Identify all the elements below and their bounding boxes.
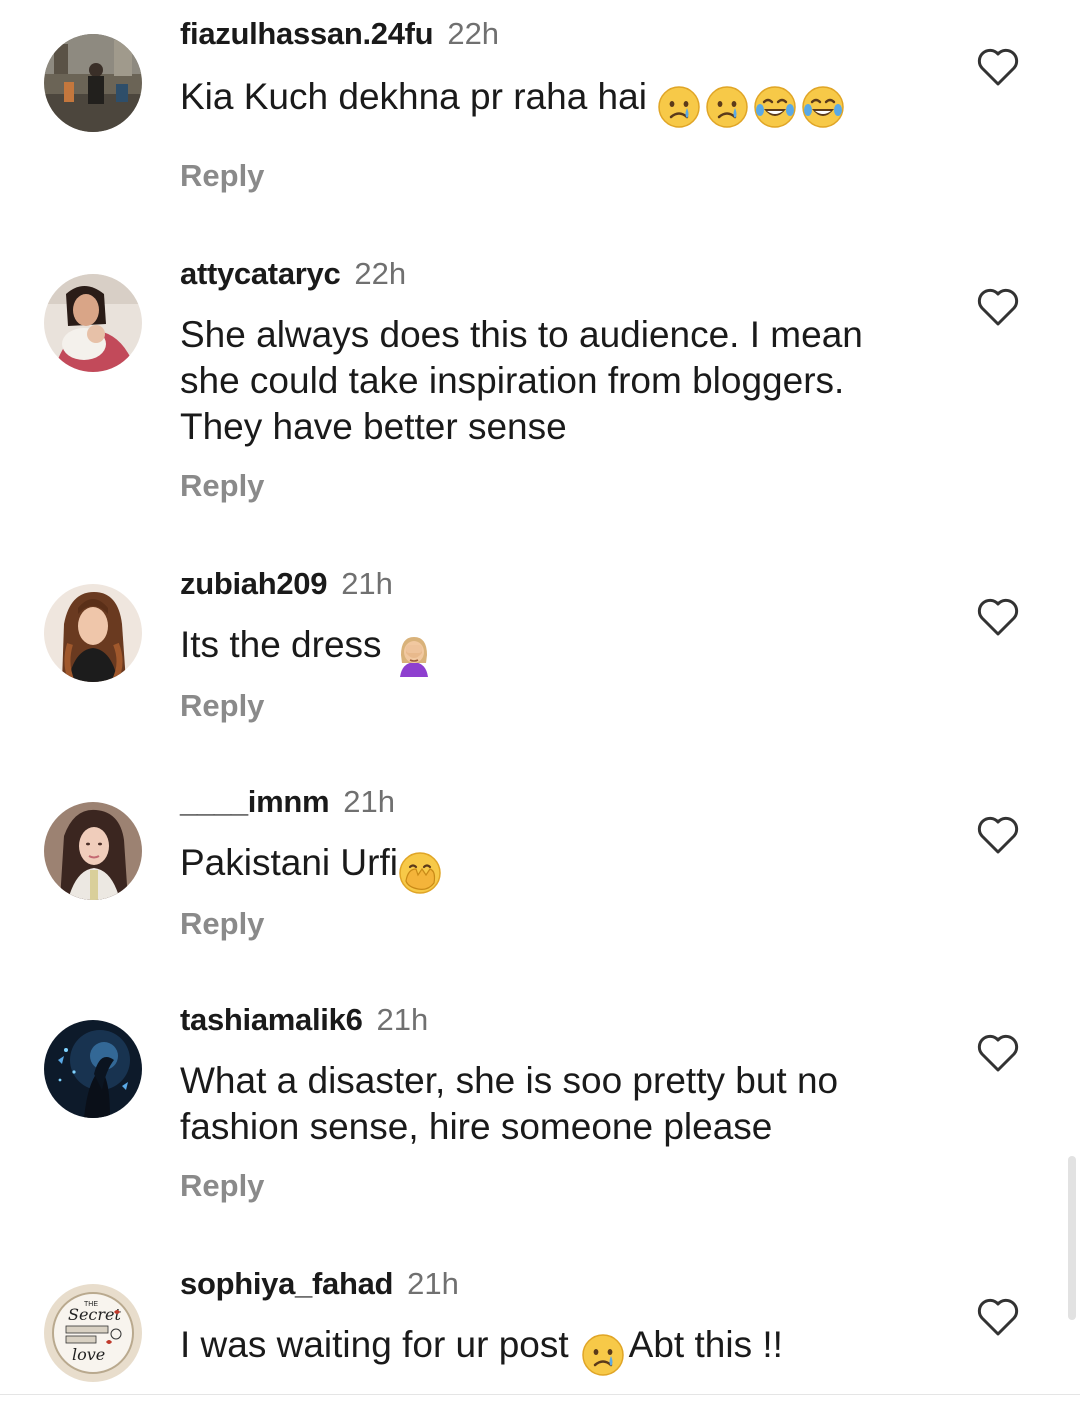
crying-face-icon (657, 85, 701, 129)
comment-text-line: Its the dress (180, 624, 382, 665)
badge-text: Secret (68, 1305, 122, 1324)
avatar-photo-woman-selfie (44, 802, 142, 900)
comment-text: What a disaster, she is soo pretty but n… (180, 1058, 940, 1150)
heart-outline-icon[interactable] (976, 47, 1020, 87)
comment-username[interactable]: ____imnm (180, 784, 330, 819)
face-with-hand-over-mouth-icon (398, 851, 442, 895)
comment-timestamp: 21h (376, 1002, 429, 1037)
comment-text: Its the dress (180, 622, 940, 678)
comment-timestamp: 21h (341, 566, 393, 601)
tears-of-joy-icon (753, 85, 797, 129)
comment-text: She always does this to audience. I mean… (180, 312, 940, 450)
comment-text: Pakistani Urfi (180, 840, 940, 895)
reply-button[interactable]: Reply (180, 906, 264, 942)
comment-text-line: she could take inspiration from bloggers… (180, 360, 845, 401)
reply-button[interactable]: Reply (180, 688, 264, 724)
reply-button[interactable]: Reply (180, 158, 264, 194)
avatar-art-secret-love-badge: THE Secret love (44, 1284, 142, 1382)
comment-username[interactable]: tashiamalik6 (180, 1002, 363, 1037)
comment-username[interactable]: sophiya_fahad (180, 1266, 393, 1301)
scrollbar-thumb[interactable] (1068, 1156, 1076, 1320)
reply-button[interactable]: Reply (180, 1168, 264, 1204)
comment-text-line: Kia Kuch dekhna pr raha hai (180, 76, 647, 117)
badge-text: love (72, 1345, 105, 1364)
avatar[interactable] (44, 584, 142, 682)
avatar-photo-street-scene (44, 34, 142, 132)
avatar[interactable] (44, 1020, 142, 1118)
avatar[interactable] (44, 274, 142, 372)
crying-face-icon (705, 85, 749, 129)
avatar-photo-woman-long-hair (44, 584, 142, 682)
avatar[interactable] (44, 802, 142, 900)
comment-text-line: Pakistani Urfi (180, 842, 398, 883)
comment-text: I was waiting for ur post Abt this !! (180, 1322, 940, 1377)
comment-timestamp: 22h (447, 16, 500, 51)
comment-timestamp: 21h (343, 784, 395, 819)
comment-timestamp: 21h (407, 1266, 459, 1301)
comment-text-line: What a disaster, she is soo pretty but n… (180, 1060, 839, 1101)
comment-text: Kia Kuch dekhna pr raha hai (180, 74, 940, 129)
comment-username[interactable]: fiazulhassan.24fu (180, 16, 434, 51)
heart-outline-icon[interactable] (976, 597, 1020, 637)
comment-text-line: fashion sense, hire someone please (180, 1106, 773, 1147)
crying-face-icon (581, 1333, 625, 1377)
comment-username[interactable]: attycataryc (180, 256, 341, 291)
heart-outline-icon[interactable] (976, 1033, 1020, 1073)
reply-button[interactable]: Reply (180, 468, 264, 504)
comment-text-line: She always does this to audience. I mean (180, 314, 863, 355)
heart-outline-icon[interactable] (976, 815, 1020, 855)
comment-timestamp: 22h (354, 256, 407, 291)
avatar-photo-woman-with-baby (44, 274, 142, 372)
woman-facepalming-icon (392, 633, 436, 678)
comments-list: fiazulhassan.24fu 22h Kia Kuch dekhna pr … (0, 0, 1080, 1395)
avatar-art-dark-fantasy (44, 1020, 142, 1118)
bottom-divider (0, 1394, 1080, 1395)
comment-text-tail: Abt this !! (628, 1324, 783, 1365)
comment-text-line: They have better sense (180, 406, 567, 447)
heart-outline-icon[interactable] (976, 287, 1020, 327)
heart-outline-icon[interactable] (976, 1297, 1020, 1337)
comment-username[interactable]: zubiah209 (180, 566, 327, 601)
avatar[interactable]: THE Secret love (44, 1284, 142, 1382)
avatar[interactable] (44, 34, 142, 132)
tears-of-joy-icon (801, 85, 845, 129)
comment-text-line: I was waiting for ur post (180, 1324, 569, 1365)
